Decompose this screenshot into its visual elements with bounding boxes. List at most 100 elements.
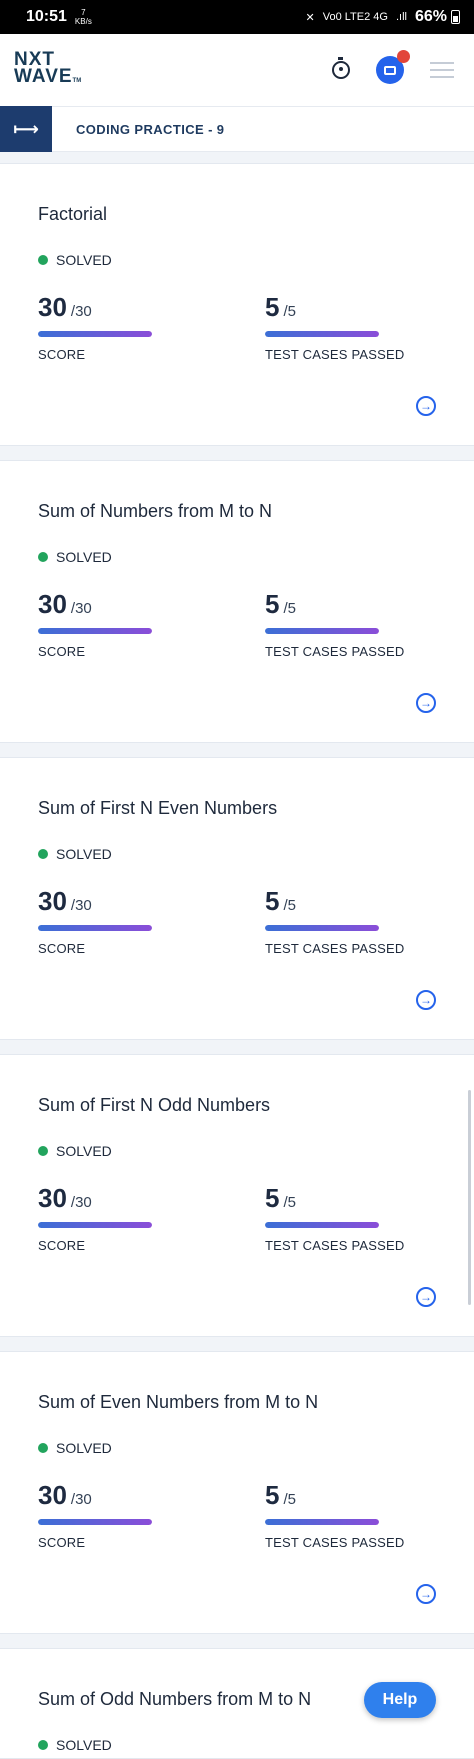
tests-progress-fill xyxy=(265,331,379,337)
arrow-right-circle-icon[interactable]: → xyxy=(416,693,436,713)
tests-progress-bar xyxy=(265,1519,379,1525)
logo-line2: WAVE xyxy=(14,65,73,87)
solved-dot-icon xyxy=(38,552,48,562)
tests-value: 5 xyxy=(265,1183,280,1213)
arrow-right-circle-icon[interactable]: → xyxy=(416,990,436,1010)
back-arrow-icon[interactable]: ⟼ xyxy=(0,106,52,152)
scrollbar[interactable] xyxy=(468,1090,471,1305)
score-label: SCORE xyxy=(38,347,86,362)
tests-value-row: 5 /5 xyxy=(265,589,404,620)
score-value-row: 30 /30 xyxy=(38,886,152,917)
score-metric: 30 /30 SCORE xyxy=(38,292,152,362)
tests-label: TEST CASES PASSED xyxy=(265,347,405,362)
network-speed: 7 KB/s xyxy=(75,8,92,26)
solved-status: SOLVED xyxy=(38,252,112,268)
problem-card[interactable]: Sum of First N Even Numbers SOLVED 30 /3… xyxy=(0,757,474,1040)
status-label: SOLVED xyxy=(56,1737,112,1753)
solved-dot-icon xyxy=(38,1740,48,1750)
tests-total: /5 xyxy=(283,1491,296,1508)
test-cases-metric: 5 /5 TEST CASES PASSED xyxy=(265,886,404,956)
score-progress-fill xyxy=(38,1222,152,1228)
solved-status: SOLVED xyxy=(38,846,112,862)
hamburger-icon[interactable] xyxy=(430,62,454,78)
status-left: 10:51 7 KB/s xyxy=(26,8,92,26)
solved-status: SOLVED xyxy=(38,549,112,565)
score-value-row: 30 /30 xyxy=(38,589,152,620)
status-label: SOLVED xyxy=(56,1440,112,1456)
score-metric: 30 /30 SCORE xyxy=(38,1480,152,1550)
solved-dot-icon xyxy=(38,1146,48,1156)
status-bar: 10:51 7 KB/s ✕ Vo0 LTE2 4G .ıll 66% xyxy=(0,0,474,34)
score-total: /30 xyxy=(70,1194,92,1211)
score-label: SCORE xyxy=(38,1535,86,1550)
status-label: SOLVED xyxy=(56,549,112,565)
clock: 10:51 xyxy=(26,8,67,25)
tests-progress-bar xyxy=(265,925,379,931)
score-label: SCORE xyxy=(38,644,86,659)
problem-card[interactable]: Sum of First N Odd Numbers SOLVED 30 /30… xyxy=(0,1054,474,1337)
stopwatch-icon[interactable] xyxy=(332,57,350,79)
tests-value-row: 5 /5 xyxy=(265,292,404,323)
score-metric: 30 /30 SCORE xyxy=(38,589,152,659)
tests-progress-fill xyxy=(265,925,379,931)
problem-title[interactable]: Sum of Even Numbers from M to N xyxy=(38,1392,318,1413)
tests-label: TEST CASES PASSED xyxy=(265,1238,405,1253)
solved-dot-icon xyxy=(38,849,48,859)
problem-title[interactable]: Factorial xyxy=(38,204,107,225)
status-right: ✕ Vo0 LTE2 4G .ıll 66% xyxy=(306,8,460,26)
logo-tm: TM xyxy=(72,77,82,84)
tests-total: /5 xyxy=(283,600,296,617)
tests-progress-bar xyxy=(265,628,379,634)
arrow-right-circle-icon[interactable]: → xyxy=(416,396,436,416)
problem-title[interactable]: Sum of Numbers from M to N xyxy=(38,501,272,522)
notification-dot xyxy=(397,50,410,63)
battery-percent: 66% xyxy=(414,8,447,25)
problem-card[interactable]: Factorial SOLVED 30 /30 SCORE 5 /5 TEST … xyxy=(0,163,474,446)
score-progress-bar xyxy=(38,1222,152,1228)
score-value: 30 xyxy=(38,589,67,619)
score-progress-fill xyxy=(38,925,152,931)
network-type: Vo0 LTE2 4G xyxy=(322,11,388,23)
solved-dot-icon xyxy=(38,1443,48,1453)
tests-total: /5 xyxy=(283,1194,296,1211)
score-progress-bar xyxy=(38,331,152,337)
problem-title[interactable]: Sum of Odd Numbers from M to N xyxy=(38,1689,311,1710)
battery-icon xyxy=(451,10,460,24)
tests-value-row: 5 /5 xyxy=(265,886,404,917)
score-progress-bar xyxy=(38,1519,152,1525)
nxtwave-logo[interactable]: NXT WAVETM xyxy=(14,50,82,90)
tests-progress-bar xyxy=(265,1222,379,1228)
solved-status: SOLVED xyxy=(38,1440,112,1456)
mute-icon: ✕ xyxy=(305,11,315,24)
problem-card[interactable]: Sum of Numbers from M to N SOLVED 30 /30… xyxy=(0,460,474,743)
solved-dot-icon xyxy=(38,255,48,265)
score-value: 30 xyxy=(38,1183,67,1213)
problem-title[interactable]: Sum of First N Odd Numbers xyxy=(38,1095,270,1116)
chat-bubble-icon xyxy=(384,65,396,75)
problem-card[interactable]: Sum of Even Numbers from M to N SOLVED 3… xyxy=(0,1351,474,1634)
arrow-right-circle-icon[interactable]: → xyxy=(416,1287,436,1307)
page-title: CODING PRACTICE - 9 xyxy=(76,121,225,137)
speed-value: 7 xyxy=(81,8,86,17)
speed-unit: KB/s xyxy=(74,17,92,26)
score-total: /30 xyxy=(70,897,92,914)
tests-total: /5 xyxy=(283,897,296,914)
tests-progress-bar xyxy=(265,331,379,337)
problem-title[interactable]: Sum of First N Even Numbers xyxy=(38,798,277,819)
score-total: /30 xyxy=(70,600,92,617)
score-progress-fill xyxy=(38,628,152,634)
arrow-right-circle-icon[interactable]: → xyxy=(416,1584,436,1604)
score-value-row: 30 /30 xyxy=(38,292,152,323)
tests-value: 5 xyxy=(265,886,280,916)
chat-icon[interactable] xyxy=(376,50,410,84)
battery-indicator: 66% xyxy=(415,8,460,26)
status-label: SOLVED xyxy=(56,1143,112,1159)
practice-header: ⟼ CODING PRACTICE - 9 xyxy=(0,106,474,152)
score-metric: 30 /30 SCORE xyxy=(38,886,152,956)
score-value: 30 xyxy=(38,886,67,916)
help-button[interactable]: Help xyxy=(364,1682,436,1718)
tests-label: TEST CASES PASSED xyxy=(265,644,405,659)
test-cases-metric: 5 /5 TEST CASES PASSED xyxy=(265,292,404,362)
status-label: SOLVED xyxy=(56,252,112,268)
score-progress-fill xyxy=(38,1519,152,1525)
